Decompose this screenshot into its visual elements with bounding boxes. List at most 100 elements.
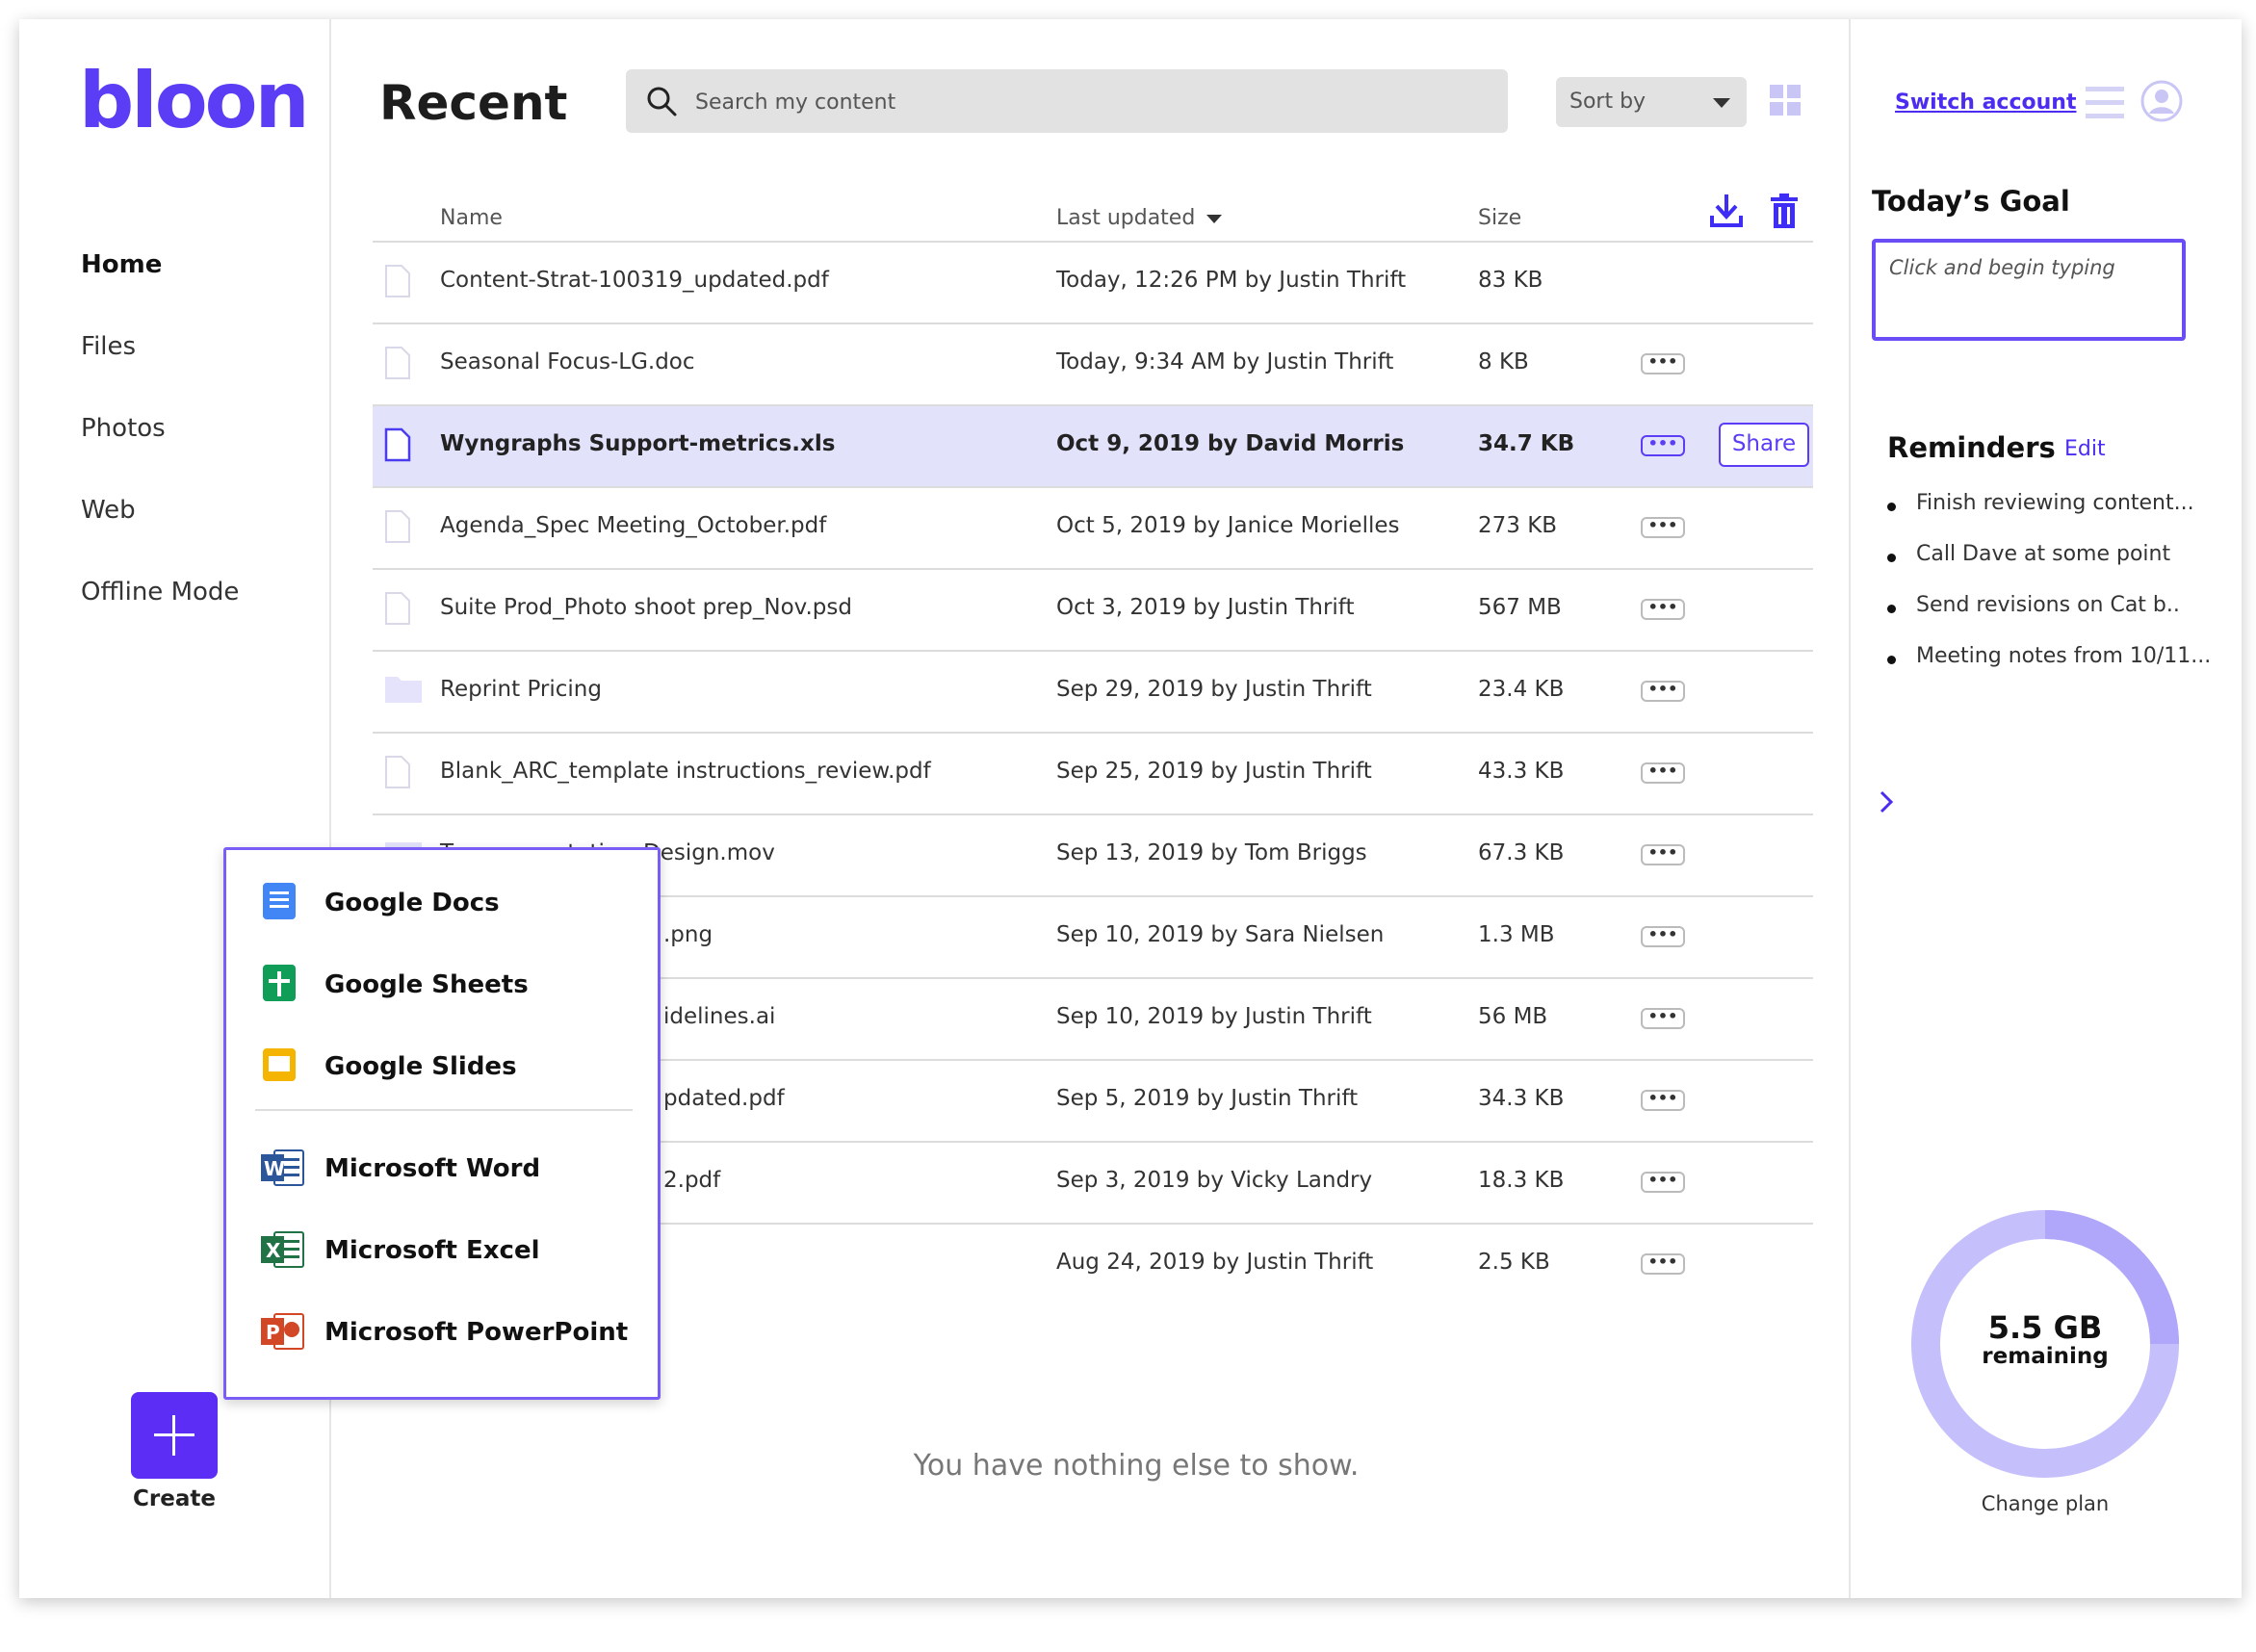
reminder-text: Call Dave at some point [1916, 542, 2171, 566]
reminders-edit-link[interactable]: Edit [2064, 437, 2106, 461]
file-name: idelines.ai [663, 1004, 776, 1029]
file-size: 8 KB [1478, 349, 1529, 374]
menu-item-label: Google Docs [324, 889, 500, 917]
file-updated: Today, 12:26 PM by Justin Thrift [1056, 268, 1407, 293]
column-last-updated-label: Last updated [1056, 206, 1196, 230]
reminder-text: Finish reviewing content... [1916, 491, 2194, 515]
file-size: 23.4 KB [1478, 677, 1565, 702]
file-name: .png [663, 922, 713, 947]
file-size: 43.3 KB [1478, 759, 1565, 784]
file-name: Wyngraphs Support-metrics.xls [440, 431, 836, 456]
more-options-button[interactable]: ••• [1641, 926, 1685, 947]
file-name: Suite Prod_Photo shoot prep_Nov.psd [440, 595, 852, 620]
file-name: pdated.pdf [663, 1086, 785, 1111]
more-options-button[interactable]: ••• [1641, 599, 1685, 620]
more-options-button[interactable]: ••• [1641, 353, 1685, 374]
file-updated: Oct 5, 2019 by Janice Morielles [1056, 513, 1400, 538]
nav-item-offline-mode[interactable]: Offline Mode [81, 578, 239, 659]
file-updated: Sep 25, 2019 by Justin Thrift [1056, 759, 1372, 784]
more-options-button[interactable]: ••• [1641, 762, 1685, 784]
file-size: 567 MB [1478, 595, 1562, 620]
bullet-icon [1887, 554, 1896, 562]
sort-dropdown[interactable]: Sort by [1556, 77, 1747, 127]
nav-item-files[interactable]: Files [81, 332, 239, 414]
more-options-button[interactable]: ••• [1641, 1008, 1685, 1029]
file-size: 34.3 KB [1478, 1086, 1565, 1111]
file-name: 2.pdf [663, 1168, 721, 1193]
share-button[interactable]: Share [1719, 423, 1809, 467]
excel-icon: X [261, 1228, 305, 1275]
reminder-text: Send revisions on Cat b.. [1916, 593, 2180, 617]
switch-account-link[interactable]: Switch account [1895, 90, 2076, 115]
word-icon: W [261, 1147, 305, 1193]
more-options-button[interactable]: ••• [1641, 1253, 1685, 1275]
menu-item-label: Google Sheets [324, 970, 529, 999]
trash-icon[interactable] [1769, 193, 1800, 235]
file-name: Blank_ARC_template instructions_review.p… [440, 759, 931, 784]
more-options-button[interactable]: ••• [1641, 844, 1685, 865]
nav-item-web[interactable]: Web [81, 496, 239, 578]
change-plan-link[interactable]: Change plan [1901, 1492, 2190, 1515]
table-row-selected[interactable]: Wyngraphs Support-metrics.xls Oct 9, 201… [373, 406, 1813, 488]
file-icon [384, 755, 411, 795]
file-icon [384, 346, 411, 386]
file-updated: Oct 9, 2019 by David Morris [1056, 431, 1405, 456]
chevron-right-icon[interactable] [1876, 789, 1897, 818]
file-updated: Oct 3, 2019 by Justin Thrift [1056, 595, 1355, 620]
table-row[interactable]: Blank_ARC_template instructions_review.p… [373, 734, 1813, 815]
file-updated: Sep 10, 2019 by Justin Thrift [1056, 1004, 1372, 1029]
powerpoint-icon: P [261, 1310, 305, 1356]
file-icon [384, 509, 411, 550]
table-row[interactable]: Suite Prod_Photo shoot prep_Nov.psd Oct … [373, 570, 1813, 652]
hamburger-menu-icon[interactable] [2086, 85, 2124, 125]
storage-label: remaining [1982, 1344, 2109, 1369]
table-row[interactable]: Reprint Pricing Sep 29, 2019 by Justin T… [373, 652, 1813, 734]
file-name: Content-Strat-100319_updated.pdf [440, 268, 829, 293]
nav-item-home[interactable]: Home [81, 250, 239, 332]
file-updated: Today, 9:34 AM by Justin Thrift [1056, 349, 1394, 374]
table-row[interactable]: Seasonal Focus-LG.doc Today, 9:34 AM by … [373, 324, 1813, 406]
file-size: 2.5 KB [1478, 1250, 1550, 1275]
search-input[interactable] [693, 69, 1487, 135]
download-icon[interactable] [1709, 193, 1744, 235]
file-name: Agenda_Spec Meeting_October.pdf [440, 513, 827, 538]
bullet-icon [1887, 503, 1896, 511]
storage-value: 5.5 GB [1987, 1309, 2103, 1346]
right-panel: Switch account Today’s Goal Reminders Ed… [1849, 19, 2243, 1598]
svg-text:P: P [266, 1321, 280, 1344]
column-size[interactable]: Size [1478, 206, 1521, 230]
more-options-button[interactable]: ••• [1641, 517, 1685, 538]
reminders-title: Reminders [1887, 431, 2056, 464]
sort-caret-icon [1206, 214, 1223, 223]
file-name: Reprint Pricing [440, 677, 602, 702]
table-row[interactable]: Content-Strat-100319_updated.pdf Today, … [373, 243, 1813, 324]
file-size: 56 MB [1478, 1004, 1548, 1029]
grid-view-icon[interactable] [1770, 85, 1801, 119]
file-icon [384, 427, 411, 468]
menu-item-label: Microsoft Word [324, 1154, 541, 1183]
google-docs-icon [261, 881, 298, 925]
file-icon [384, 264, 411, 304]
table-header: Name Last updated Size [373, 194, 1813, 243]
column-name[interactable]: Name [440, 206, 503, 230]
column-last-updated[interactable]: Last updated [1056, 206, 1223, 230]
bullet-icon [1887, 656, 1896, 664]
app-window: bloon Home Files Photos Web Offline Mode… [19, 19, 2242, 1598]
file-size: 67.3 KB [1478, 840, 1565, 865]
more-options-button[interactable]: ••• [1641, 1172, 1685, 1193]
more-options-button[interactable]: ••• [1641, 1090, 1685, 1111]
goal-textbox[interactable] [1872, 239, 2186, 341]
file-size: 34.7 KB [1478, 431, 1575, 456]
user-avatar-icon[interactable] [2139, 79, 2184, 127]
file-size: 1.3 MB [1478, 922, 1555, 947]
create-button[interactable] [131, 1392, 218, 1479]
create-menu: Google Docs Google Sheets Google Slides … [223, 847, 661, 1400]
more-options-button[interactable]: ••• [1641, 681, 1685, 702]
google-slides-icon [261, 1045, 298, 1089]
more-options-button[interactable]: ••• [1641, 435, 1685, 456]
svg-text:W: W [264, 1157, 285, 1180]
table-row[interactable]: Agenda_Spec Meeting_October.pdf Oct 5, 2… [373, 488, 1813, 570]
create-label: Create [133, 1486, 216, 1511]
nav-item-photos[interactable]: Photos [81, 414, 239, 496]
search-icon [645, 85, 678, 121]
